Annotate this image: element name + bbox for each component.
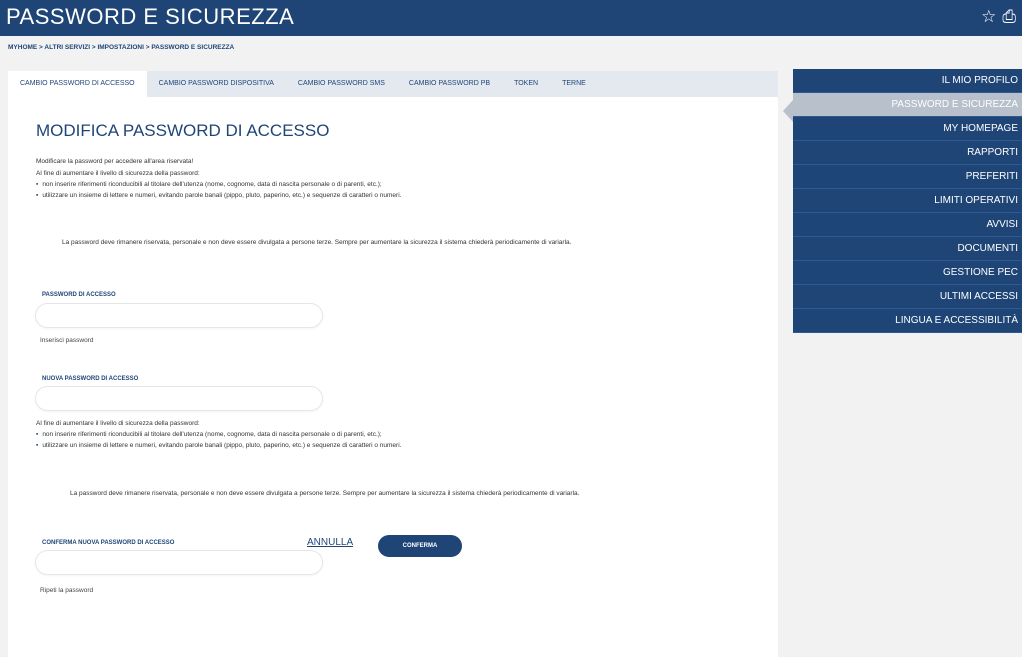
current-password-label: PASSWORD DI ACCESSO [42,292,116,298]
sidebar-item-preferiti[interactable]: PREFERITI [793,165,1022,189]
tab-token[interactable]: TOKEN [502,71,550,97]
confirm-password-label: CONFERMA NUOVA PASSWORD DI ACCESSO [42,540,175,546]
intro-text: Al fine di aumentare il livello di sicur… [36,420,200,427]
sidebar-item-il-mio-profilo[interactable]: IL MIO PROFILO [793,69,1022,93]
list-item: utilizzare un insieme di lettere e numer… [36,192,401,199]
list-item: non inserire riferimenti riconducibili a… [36,431,381,438]
current-password-input[interactable] [36,304,322,327]
main-content: MODIFICA PASSWORD DI ACCESSO Modificare … [8,97,778,657]
sidebar-item-avvisi[interactable]: AVVISI [793,213,1022,237]
current-password-hint: Inserisci password [40,337,94,344]
confirm-password-input[interactable] [36,551,322,574]
tab-bar: CAMBIO PASSWORD DI ACCESSO CAMBIO PASSWO… [8,71,778,97]
tab-terne[interactable]: TERNE [550,71,598,97]
sidebar-item-gestione-pec[interactable]: GESTIONE PEC [793,261,1022,285]
tab-cambio-password-dispositiva[interactable]: CAMBIO PASSWORD DISPOSITIVA [147,71,286,97]
header-icons: ☆ ⎙ [981,7,1016,27]
cancel-button[interactable]: ANNULLA [307,537,353,548]
password-note: La password deve rimanere riservata, per… [70,490,580,497]
print-icon[interactable]: ⎙ [1002,7,1016,27]
sidebar-item-ultimi-accessi[interactable]: ULTIMI ACCESSI [793,285,1022,309]
confirm-button[interactable]: CONFERMA [378,535,462,557]
tab-cambio-password-accesso[interactable]: CAMBIO PASSWORD DI ACCESSO [8,71,147,97]
sidebar-item-limiti-operativi[interactable]: LIMITI OPERATIVI [793,189,1022,213]
sidebar-item-lingua-accessibilita[interactable]: LINGUA E ACCESSIBILITÀ [793,309,1022,333]
sidebar-item-my-homepage[interactable]: MY HOMEPAGE [793,117,1022,141]
sidebar-item-rapporti[interactable]: RAPPORTI [793,141,1022,165]
sidebar-item-documenti[interactable]: DOCUMENTI [793,237,1022,261]
tab-cambio-password-pb[interactable]: CAMBIO PASSWORD PB [397,71,502,97]
section-heading: MODIFICA PASSWORD DI ACCESSO [36,121,330,140]
sidebar-item-password-sicurezza[interactable]: PASSWORD E SICUREZZA [793,93,1022,117]
active-indicator [783,100,793,122]
new-password-label: NUOVA PASSWORD DI ACCESSO [42,376,139,382]
password-note: La password deve rimanere riservata, per… [62,239,572,246]
list-item: non inserire riferimenti riconducibili a… [36,181,381,188]
list-item: utilizzare un insieme di lettere e numer… [36,442,401,449]
sidebar: IL MIO PROFILO PASSWORD E SICUREZZA MY H… [783,69,1022,333]
star-icon[interactable]: ☆ [981,7,996,27]
intro-text: Modificare la password per accedere all'… [36,158,194,165]
header-bar: PASSWORD E SICUREZZA ☆ ⎙ [0,0,1022,36]
breadcrumb: MYHOME > ALTRI SERVIZI > IMPOSTAZIONI > … [8,44,235,51]
tab-cambio-password-sms[interactable]: CAMBIO PASSWORD SMS [286,71,397,97]
intro-text: Al fine di aumentare il livello di sicur… [36,170,200,177]
page-title: PASSWORD E SICUREZZA [6,4,295,29]
confirm-password-hint: Ripeti la password [40,587,94,594]
new-password-input[interactable] [36,387,322,410]
